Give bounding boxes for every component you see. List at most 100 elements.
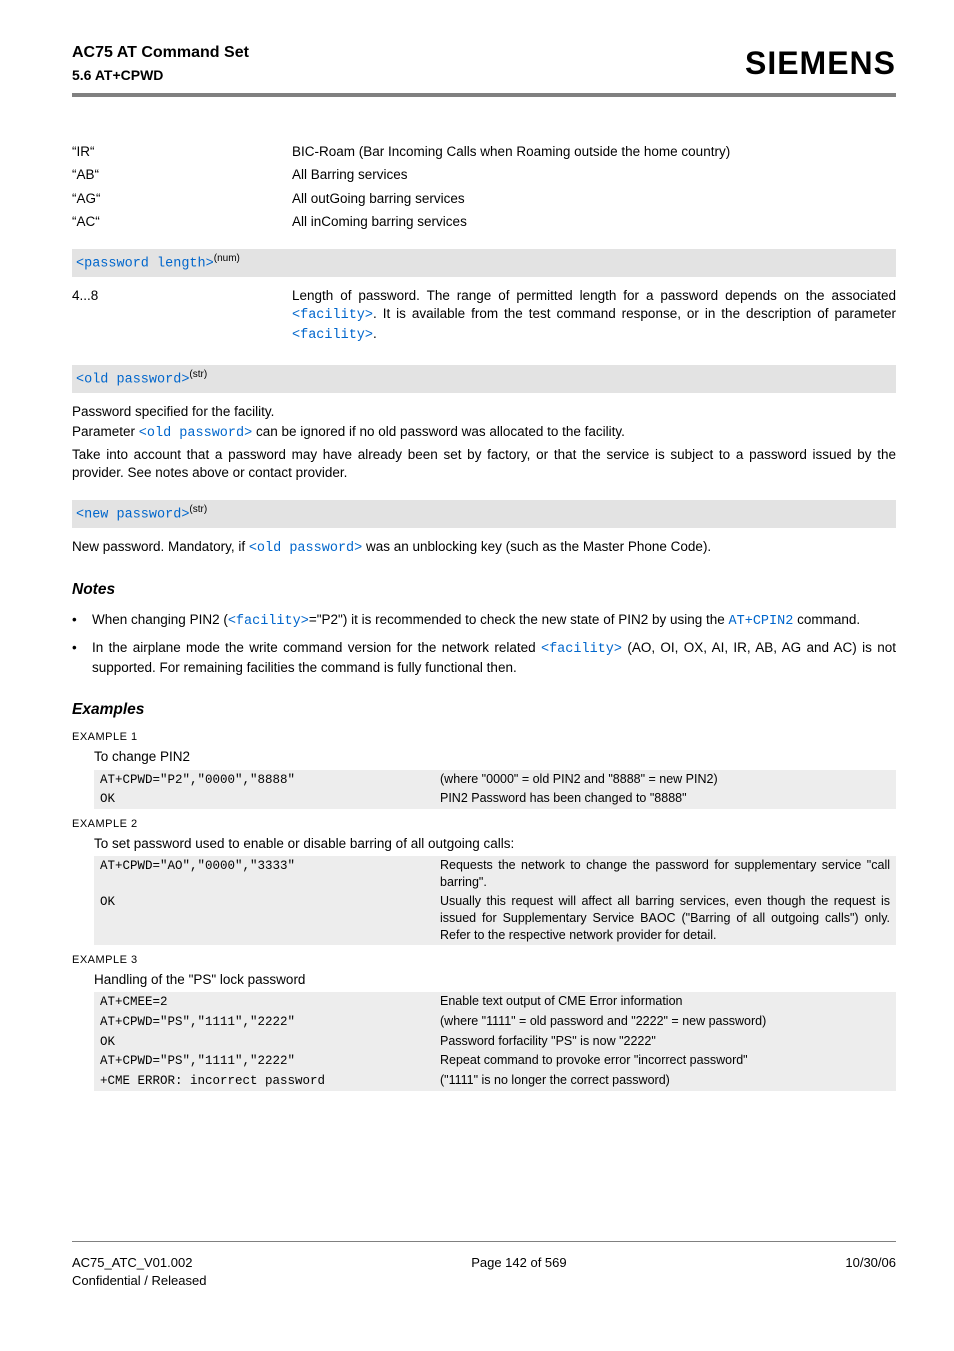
atcpin2-link[interactable]: AT+CPIN2 <box>729 614 794 629</box>
facility-key: “AB“ <box>72 166 292 184</box>
password-length-desc: Length of password. The range of permitt… <box>292 287 896 346</box>
param-name-link[interactable]: <password length> <box>76 257 214 272</box>
notes-item: • In the airplane mode the write command… <box>72 639 896 677</box>
facility-key: “AC“ <box>72 213 292 231</box>
text: ="P2") it is recommended to check the ne… <box>309 612 729 627</box>
example-row: OK PIN2 Password has been changed to "88… <box>94 789 896 809</box>
facility-row: “AB“ All Barring services <box>72 166 896 184</box>
text: Parameter <box>72 424 139 439</box>
example-row: AT+CPWD="P2","0000","8888" (where "0000"… <box>94 770 896 790</box>
example-row: AT+CPWD="AO","0000","3333" Requests the … <box>94 856 896 892</box>
old-password-p3: Take into account that a password may ha… <box>72 446 896 482</box>
header-title-block: AC75 AT Command Set 5.6 AT+CPWD <box>72 42 249 84</box>
doc-title: AC75 AT Command Set <box>72 42 249 64</box>
note-text: In the airplane mode the write command v… <box>92 639 896 677</box>
facility-link[interactable]: <facility> <box>292 308 373 323</box>
facility-link[interactable]: <facility> <box>292 328 373 343</box>
header-rule <box>72 93 896 97</box>
facility-val: All inComing barring services <box>292 213 896 231</box>
example-row: AT+CMEE=2 Enable text output of CME Erro… <box>94 992 896 1012</box>
example-label: EXAMPLE 1 <box>72 730 896 745</box>
example-row: OK Password forfacility "PS" is now "222… <box>94 1032 896 1052</box>
facility-link[interactable]: <facility> <box>228 614 309 629</box>
facility-key: “AG“ <box>72 190 292 208</box>
example-cmd: AT+CPWD="PS","1111","2222" <box>100 1013 440 1031</box>
param-type-sup: (num) <box>214 253 240 264</box>
example-desc: Password forfacility "PS" is now "2222" <box>440 1033 890 1050</box>
bullet-icon: • <box>72 639 92 677</box>
example-row: +CME ERROR: incorrect password ("1111" i… <box>94 1071 896 1091</box>
old-password-p1: Password specified for the facility. <box>72 403 896 421</box>
notes-item: • When changing PIN2 (<facility>="P2") i… <box>72 611 896 631</box>
example-desc: ("1111" is no longer the correct passwor… <box>440 1072 890 1089</box>
param-type-sup: (str) <box>189 369 207 380</box>
example-desc: (where "1111" = old password and "2222" … <box>440 1013 890 1030</box>
example-row: AT+CPWD="PS","1111","2222" Repeat comman… <box>94 1051 896 1071</box>
footer-row-2: Confidential / Released <box>72 1272 896 1290</box>
example-cmd: OK <box>100 893 440 911</box>
old-password-p2: Parameter <old password> can be ignored … <box>72 423 896 443</box>
old-password-link[interactable]: <old password> <box>249 541 362 556</box>
text: When changing PIN2 ( <box>92 612 228 627</box>
example-cmd: AT+CMEE=2 <box>100 993 440 1011</box>
page-footer: AC75_ATC_V01.002 Page 142 of 569 10/30/0… <box>72 1241 896 1289</box>
example-row: AT+CPWD="PS","1111","2222" (where "1111"… <box>94 1012 896 1032</box>
section-ref: 5.6 AT+CPWD <box>72 66 249 85</box>
example-intro: To set password used to enable or disabl… <box>94 835 896 853</box>
example-block: AT+CPWD="P2","0000","8888" (where "0000"… <box>94 770 896 810</box>
text: . It is available from the test command … <box>373 306 896 321</box>
text: Length of password. The range of permitt… <box>292 288 896 303</box>
facility-key: “IR“ <box>72 143 292 161</box>
example-desc: Requests the network to change the passw… <box>440 857 890 891</box>
param-bar-password-length: <password length>(num) <box>72 249 896 277</box>
example-desc: (where "0000" = old PIN2 and "8888" = ne… <box>440 771 890 788</box>
footer-left: AC75_ATC_V01.002 <box>72 1254 192 1272</box>
example-block: AT+CMEE=2 Enable text output of CME Erro… <box>94 992 896 1091</box>
text: command. <box>793 612 860 627</box>
facility-val: All outGoing barring services <box>292 190 896 208</box>
facility-row: “AC“ All inComing barring services <box>72 213 896 231</box>
example-intro: Handling of the "PS" lock password <box>94 971 896 989</box>
bullet-icon: • <box>72 611 92 631</box>
text: . <box>373 326 377 341</box>
example-intro: To change PIN2 <box>94 748 896 766</box>
facility-row: “AG“ All outGoing barring services <box>72 190 896 208</box>
example-cmd: AT+CPWD="PS","1111","2222" <box>100 1052 440 1070</box>
param-bar-old-password: <old password>(str) <box>72 365 896 393</box>
old-password-link[interactable]: <old password> <box>139 426 252 441</box>
page-header: AC75 AT Command Set 5.6 AT+CPWD SIEMENS <box>72 42 896 85</box>
password-length-range: 4...8 <box>72 287 292 348</box>
example-desc: Repeat command to provoke error "incorre… <box>440 1052 890 1069</box>
footer-center: Page 142 of 569 <box>471 1254 566 1272</box>
param-bar-new-password: <new password>(str) <box>72 500 896 528</box>
footer-rule <box>72 1241 896 1242</box>
example-cmd: AT+CPWD="AO","0000","3333" <box>100 857 440 875</box>
example-cmd: AT+CPWD="P2","0000","8888" <box>100 771 440 789</box>
example-desc: Enable text output of CME Error informat… <box>440 993 890 1010</box>
param-name-link[interactable]: <new password> <box>76 508 189 523</box>
notes-list: • When changing PIN2 (<facility>="P2") i… <box>72 611 896 678</box>
text: can be ignored if no old password was al… <box>252 424 625 439</box>
password-length-row: 4...8 Length of password. The range of p… <box>72 287 896 348</box>
note-text: When changing PIN2 (<facility>="P2") it … <box>92 611 896 631</box>
example-desc: Usually this request will affect all bar… <box>440 893 890 944</box>
facility-link[interactable]: <facility> <box>541 642 622 657</box>
facility-val: BIC-Roam (Bar Incoming Calls when Roamin… <box>292 143 896 161</box>
footer-row-1: AC75_ATC_V01.002 Page 142 of 569 10/30/0… <box>72 1254 896 1272</box>
example-label: EXAMPLE 2 <box>72 817 896 832</box>
new-password-desc: New password. Mandatory, if <old passwor… <box>72 538 896 558</box>
example-cmd: OK <box>100 1033 440 1051</box>
param-type-sup: (str) <box>189 504 207 515</box>
facility-row: “IR“ BIC-Roam (Bar Incoming Calls when R… <box>72 143 896 161</box>
param-name-link[interactable]: <old password> <box>76 373 189 388</box>
facility-val: All Barring services <box>292 166 896 184</box>
footer-right: 10/30/06 <box>845 1254 896 1272</box>
text: New password. Mandatory, if <box>72 539 249 554</box>
notes-heading: Notes <box>72 580 896 601</box>
text: In the airplane mode the write command v… <box>92 640 541 655</box>
example-block: AT+CPWD="AO","0000","3333" Requests the … <box>94 856 896 944</box>
brand-logo: SIEMENS <box>745 42 896 85</box>
example-row: OK Usually this request will affect all … <box>94 892 896 945</box>
facility-list: “IR“ BIC-Roam (Bar Incoming Calls when R… <box>72 143 896 231</box>
example-cmd: +CME ERROR: incorrect password <box>100 1072 440 1090</box>
